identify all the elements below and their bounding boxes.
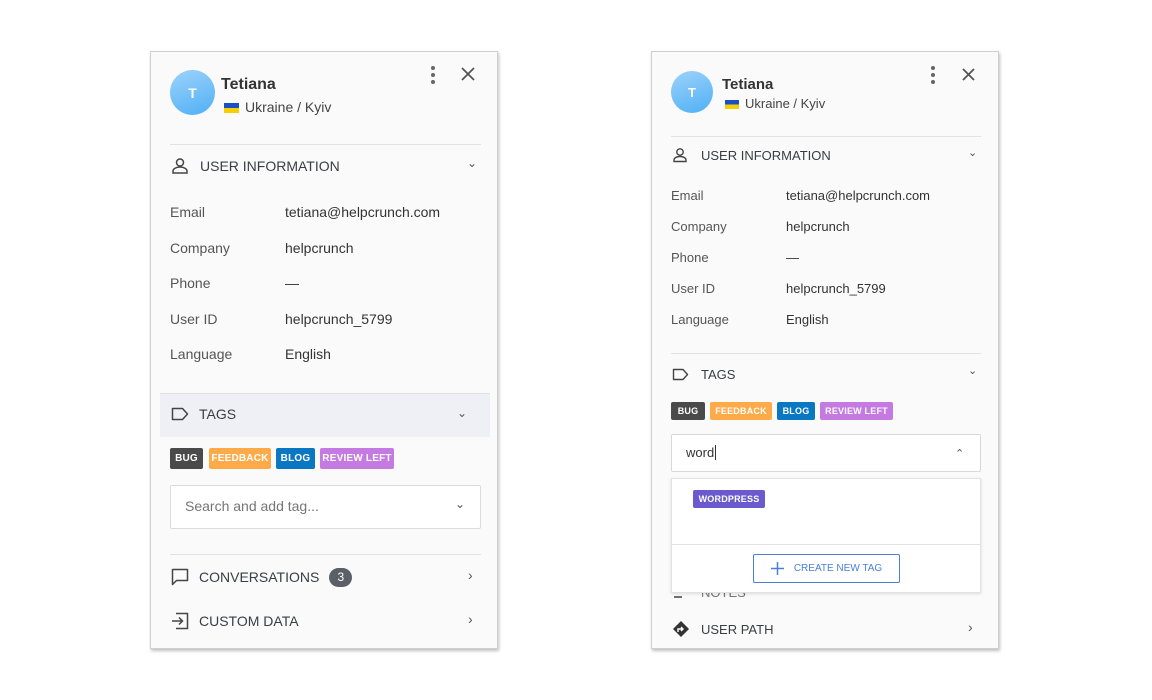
- field-value: helpcrunch: [285, 240, 354, 256]
- section-title: CONVERSATIONS: [199, 569, 320, 585]
- user-information-header[interactable]: USER INFORMATION: [672, 146, 972, 164]
- user-icon: [172, 158, 188, 174]
- user-information-header[interactable]: USER INFORMATION: [171, 156, 481, 176]
- section-title: USER PATH: [701, 621, 774, 637]
- field-label: Company: [170, 240, 230, 256]
- create-new-tag-button[interactable]: CREATE NEW TAG: [753, 554, 900, 583]
- tag-feedback[interactable]: FEEDBACK: [209, 448, 271, 469]
- field-value: —: [786, 250, 799, 265]
- user-name: Tetiana: [722, 76, 774, 93]
- chevron-right-icon[interactable]: ›: [968, 619, 973, 635]
- field-label: Company: [671, 219, 727, 234]
- user-path-section[interactable]: USER PATH: [672, 620, 972, 638]
- custom-data-icon: [172, 612, 189, 630]
- chevron-down-icon[interactable]: ⌄: [968, 364, 977, 377]
- field-value: English: [285, 346, 331, 362]
- section-title: USER INFORMATION: [200, 158, 340, 174]
- field-label: Phone: [170, 275, 211, 291]
- tag-suggestions-dropdown: WORDPRESS CREATE NEW TAG: [671, 478, 981, 593]
- chevron-down-icon[interactable]: ⌄: [968, 146, 977, 159]
- more-options-icon[interactable]: [429, 65, 437, 85]
- divider: [170, 144, 481, 145]
- tag-search-field[interactable]: word: [686, 445, 717, 460]
- field-label: User ID: [170, 311, 218, 327]
- user-path-icon: [673, 621, 689, 637]
- location-text: Ukraine / Kyiv: [745, 96, 826, 111]
- avatar: T: [671, 71, 713, 113]
- close-icon[interactable]: [961, 67, 976, 82]
- user-details-panel: T Tetiana Ukraine / Kyiv USER INFORMATIO…: [651, 51, 999, 649]
- field-value: English: [786, 312, 829, 327]
- tag-search-input[interactable]: ⌄: [170, 485, 481, 529]
- field-label: User ID: [671, 281, 716, 296]
- chevron-down-icon[interactable]: ⌄: [457, 406, 467, 420]
- field-value: helpcrunch_5799: [786, 281, 886, 296]
- more-options-icon[interactable]: [929, 65, 937, 85]
- user-name: Tetiana: [221, 76, 276, 93]
- tags-header[interactable]: TAGS ⌄: [160, 393, 490, 437]
- create-new-tag-label: CREATE NEW TAG: [793, 563, 883, 574]
- tag-feedback[interactable]: FEEDBACK: [710, 402, 772, 420]
- chevron-down-icon[interactable]: ⌄: [467, 156, 477, 170]
- field-label: Email: [671, 188, 704, 203]
- tag-bug[interactable]: BUG: [671, 402, 705, 420]
- divider: [170, 554, 481, 555]
- user-icon: [673, 148, 687, 163]
- ukraine-flag-icon: [725, 100, 739, 110]
- chevron-up-icon[interactable]: ⌃: [955, 447, 964, 460]
- field-label: Email: [170, 204, 206, 220]
- user-location: Ukraine / Kyiv: [224, 99, 331, 115]
- user-location: Ukraine / Kyiv: [725, 96, 825, 111]
- divider: [671, 353, 981, 354]
- tag-search-field[interactable]: [185, 498, 435, 514]
- tag-bug[interactable]: BUG: [170, 448, 203, 469]
- location-text: Ukraine / Kyiv: [245, 99, 332, 115]
- tag-review-left[interactable]: REVIEW LEFT: [820, 402, 893, 420]
- section-title: TAGS: [701, 366, 736, 382]
- chevron-right-icon[interactable]: ›: [468, 567, 473, 583]
- field-value: tetiana@helpcrunch.com: [786, 188, 930, 203]
- avatar: T: [170, 70, 215, 115]
- tag-blog[interactable]: BLOG: [777, 402, 815, 420]
- tags-header[interactable]: TAGS: [672, 365, 972, 383]
- tag-review-left[interactable]: REVIEW LEFT: [320, 448, 394, 469]
- custom-data-section[interactable]: CUSTOM DATA: [171, 611, 481, 631]
- field-value: helpcrunch: [786, 219, 850, 234]
- section-title: CUSTOM DATA: [199, 613, 299, 629]
- field-value: helpcrunch_5799: [285, 311, 393, 327]
- conversations-section[interactable]: CONVERSATIONS 3: [171, 567, 481, 587]
- section-title: TAGS: [199, 406, 237, 422]
- chevron-down-icon[interactable]: ⌄: [455, 497, 465, 511]
- field-label: Language: [170, 346, 233, 362]
- conversations-count-badge: 3: [329, 567, 353, 587]
- tag-blog[interactable]: BLOG: [276, 448, 315, 469]
- ukraine-flag-icon: [224, 103, 239, 114]
- divider: [671, 136, 981, 137]
- field-label: Language: [671, 312, 729, 327]
- field-label: Phone: [671, 250, 709, 265]
- tag-icon: [171, 407, 189, 421]
- suggestion-wordpress[interactable]: WORDPRESS: [693, 490, 765, 508]
- field-value: tetiana@helpcrunch.com: [285, 204, 441, 220]
- section-title: USER INFORMATION: [701, 147, 831, 163]
- plus-icon: [770, 562, 784, 575]
- chat-icon: [171, 568, 189, 586]
- user-details-panel: T Tetiana Ukraine / Kyiv USER INFORMATIO…: [150, 51, 498, 649]
- close-icon[interactable]: [460, 66, 476, 82]
- chevron-right-icon[interactable]: ›: [468, 611, 473, 627]
- field-value: —: [285, 275, 299, 291]
- divider: [672, 544, 980, 545]
- tag-icon: [672, 368, 689, 380]
- tag-search-input[interactable]: word ⌃: [671, 434, 981, 472]
